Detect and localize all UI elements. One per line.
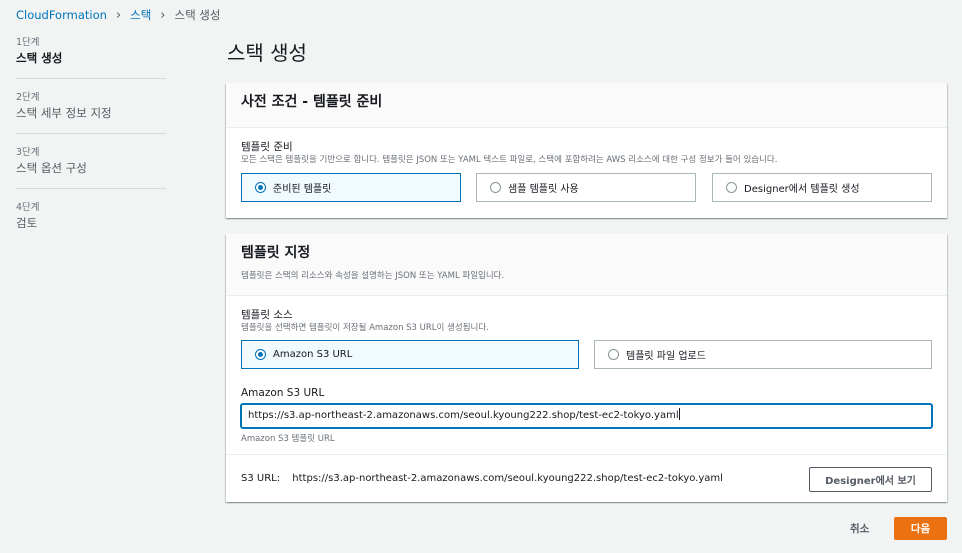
step-1: 1단계 스택 생성 xyxy=(16,36,166,79)
radio-icon xyxy=(726,182,737,193)
text-cursor xyxy=(678,408,680,420)
prepare-template-desc: 모든 스택은 템플릿을 기반으로 합니다. 템플릿은 JSON 또는 YAML … xyxy=(241,155,778,165)
option-sample-template[interactable]: 샘플 템플릿 사용 xyxy=(476,173,696,202)
s3-url-label: Amazon S3 URL xyxy=(241,387,325,399)
step-number: 1단계 xyxy=(16,37,40,48)
radio-selected-icon xyxy=(255,349,266,360)
view-in-designer-button[interactable]: Designer에서 보기 xyxy=(809,467,932,492)
prepare-template-options: 준비된 템플릿 샘플 템플릿 사용 Designer에서 템플릿 생성 xyxy=(241,173,932,202)
radio-icon xyxy=(608,349,619,360)
option-label: 템플릿 파일 업로드 xyxy=(626,351,706,362)
s3-url-hint: Amazon S3 템플릿 URL xyxy=(241,434,335,444)
prepare-template-field: 템플릿 준비 모든 스택은 템플릿을 기반으로 합니다. 템플릿은 JSON 또… xyxy=(241,140,777,166)
option-label: 준비된 템플릿 xyxy=(273,184,332,195)
chevron-right-icon: › xyxy=(160,7,166,23)
specify-template-title: 템플릿 지정 xyxy=(241,245,311,261)
template-source-desc: 템플릿을 선택하면 템플릿이 저장될 Amazon S3 URL이 생성됩니다. xyxy=(241,323,489,333)
prereq-title: 사전 조건 - 템플릿 준비 xyxy=(241,94,383,110)
next-button[interactable]: 다음 xyxy=(894,517,947,540)
breadcrumb-current: 스택 생성 xyxy=(174,8,221,22)
template-source-field: 템플릿 소스 템플릿을 선택하면 템플릿이 저장될 Amazon S3 URL이… xyxy=(241,308,489,334)
step-number: 4단계 xyxy=(16,202,40,213)
page-title: 스택 생성 xyxy=(227,41,307,65)
prepare-template-label: 템플릿 준비 xyxy=(241,141,293,153)
option-label: Designer에서 템플릿 생성 xyxy=(744,184,860,195)
source-s3-url[interactable]: Amazon S3 URL xyxy=(241,340,579,369)
step-label: 스택 세부 정보 지정 xyxy=(16,106,112,120)
prereq-panel: 사전 조건 - 템플릿 준비 템플릿 준비 모든 스택은 템플릿을 기반으로 합… xyxy=(226,83,947,218)
breadcrumb: CloudFormation › 스택 › 스택 생성 xyxy=(16,7,220,23)
s3-url-value: https://s3.ap-northeast-2.amazonaws.com/… xyxy=(248,410,679,421)
chevron-right-icon: › xyxy=(115,7,122,23)
specify-template-desc: 템플릿은 스택의 리소스와 속성을 설명하는 JSON 또는 YAML 파일입니… xyxy=(241,271,505,281)
option-designer-template[interactable]: Designer에서 템플릿 생성 xyxy=(712,173,932,202)
step-label: 스택 생성 xyxy=(16,51,63,65)
radio-icon xyxy=(490,182,501,193)
step-label: 스택 옵션 구성 xyxy=(16,161,87,175)
breadcrumb-stacks[interactable]: 스택 xyxy=(130,7,151,23)
s3-url-input[interactable]: https://s3.ap-northeast-2.amazonaws.com/… xyxy=(241,404,932,428)
breadcrumb-cloudformation[interactable]: CloudFormation xyxy=(16,8,107,22)
specify-template-header: 템플릿 지정 템플릿은 스택의 리소스와 속성을 설명하는 JSON 또는 YA… xyxy=(226,234,947,296)
option-label: Amazon S3 URL xyxy=(273,349,353,360)
s3-url-summary: S3 URL: https://s3.ap-northeast-2.amazon… xyxy=(241,473,723,484)
s3-url-summary-value: https://s3.ap-northeast-2.amazonaws.com/… xyxy=(292,473,723,484)
template-source-label: 템플릿 소스 xyxy=(241,309,293,321)
option-label: 샘플 템플릿 사용 xyxy=(508,184,579,195)
step-2: 2단계 스택 세부 정보 지정 xyxy=(16,91,166,134)
option-template-ready[interactable]: 준비된 템플릿 xyxy=(241,173,461,202)
step-number: 3단계 xyxy=(16,147,40,158)
s3-url-field: Amazon S3 URL xyxy=(241,386,324,400)
specify-template-panel: 템플릿 지정 템플릿은 스택의 리소스와 속성을 설명하는 JSON 또는 YA… xyxy=(226,234,947,502)
wizard-steps: 1단계 스택 생성 2단계 스택 세부 정보 지정 3단계 스택 옵션 구성 4… xyxy=(16,36,166,255)
prereq-panel-header: 사전 조건 - 템플릿 준비 xyxy=(226,83,947,128)
step-number: 2단계 xyxy=(16,92,40,103)
radio-selected-icon xyxy=(255,182,266,193)
cancel-button[interactable]: 취소 xyxy=(850,521,869,536)
source-upload-file[interactable]: 템플릿 파일 업로드 xyxy=(594,340,932,369)
s3-url-summary-label: S3 URL: xyxy=(241,473,281,484)
step-4: 4단계 검토 xyxy=(16,201,166,243)
step-label: 검토 xyxy=(16,216,38,230)
template-source-options: Amazon S3 URL 템플릿 파일 업로드 xyxy=(241,340,932,369)
step-3: 3단계 스택 옵션 구성 xyxy=(16,146,166,189)
divider xyxy=(226,454,947,455)
